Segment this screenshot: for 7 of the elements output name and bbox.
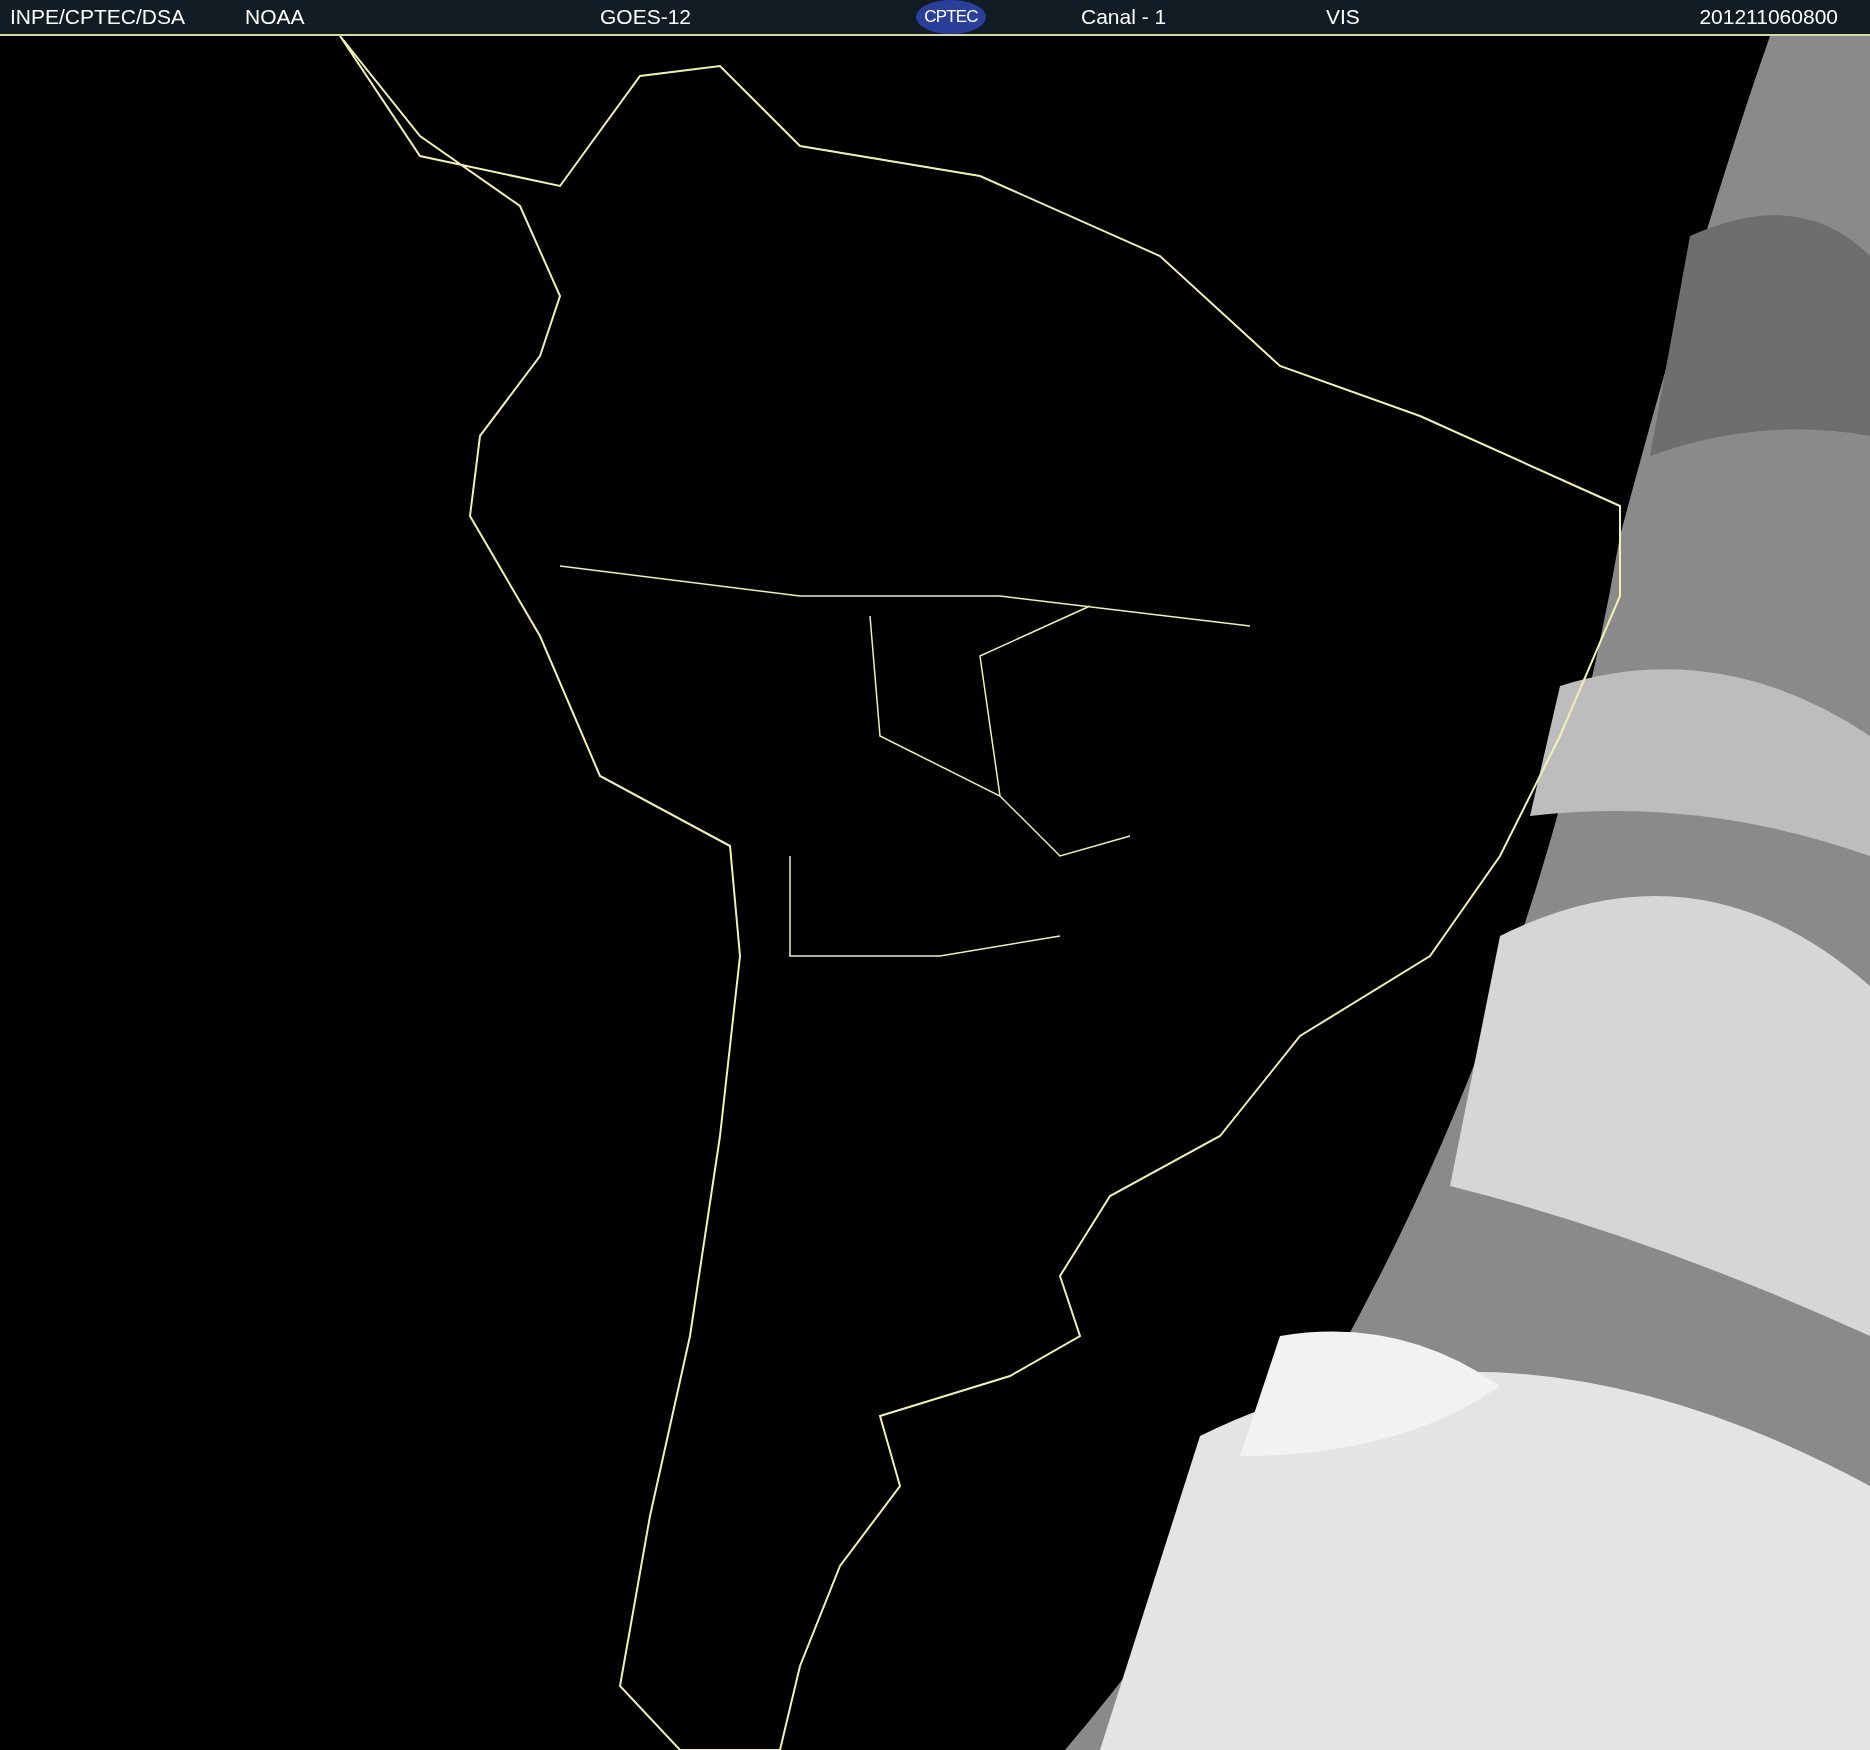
channel-label: Canal - 1 [1081,4,1168,31]
timestamp-label: 201211060800 [1699,4,1838,31]
band-label: VIS [1326,4,1361,31]
logo: CPTEC [916,0,986,34]
agency-label: NOAA [245,4,306,31]
source-label: INPE/CPTEC/DSA [10,4,187,31]
satellite-label: GOES-12 [600,4,693,31]
